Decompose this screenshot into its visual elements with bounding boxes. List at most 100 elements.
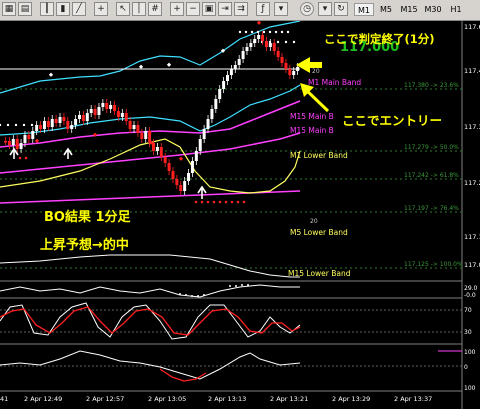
result-title: BO結果 1分足 xyxy=(44,209,132,225)
time-axis-label: 2 Apr 13:05 xyxy=(148,395,186,403)
price-axis-label: 117.0 xyxy=(464,261,480,269)
autoscroll-icon[interactable]: ⇉ xyxy=(234,2,248,16)
osc1-axis-top: 70 xyxy=(464,307,472,314)
new-chart-icon[interactable]: ▦ xyxy=(2,2,16,16)
crosshair-icon[interactable]: + xyxy=(94,2,108,16)
bull-candle xyxy=(268,43,272,47)
bear-candle xyxy=(124,113,128,121)
bear-candle xyxy=(175,179,179,185)
bear-candle xyxy=(136,125,140,133)
fib-label-1000: 117.125 -> 100.0% xyxy=(404,261,463,268)
bull-candle xyxy=(214,99,218,109)
bear-candle xyxy=(113,105,117,111)
chart-shift-icon[interactable]: ⇥ xyxy=(218,2,232,16)
osc3-axis-bottom: -0.0 xyxy=(464,292,476,299)
cursor-icon[interactable]: ↖ xyxy=(116,2,130,16)
bear-candle xyxy=(288,69,292,75)
timeframe-m15[interactable]: M15 xyxy=(398,3,420,16)
profiles-icon[interactable]: ▤ xyxy=(18,2,32,16)
bear-candle xyxy=(7,141,11,145)
bear-candle xyxy=(54,119,58,123)
judgement-annotation: ここで判定終了(1分) xyxy=(324,32,435,46)
timeframe-m5[interactable]: M5 xyxy=(376,3,396,16)
osc1-axis-bottom: 30 xyxy=(464,329,472,336)
bull-candle xyxy=(187,173,191,181)
timeframe-m1[interactable]: M1 xyxy=(354,3,374,16)
bull-candle xyxy=(229,69,233,75)
refresh-icon[interactable]: ↻ xyxy=(334,2,348,16)
grid-icon[interactable]: # xyxy=(148,2,162,16)
bull-candle xyxy=(31,131,35,139)
osc2-axis-top: 100 xyxy=(464,349,476,356)
fib-label-618: 117.242 -> 61.8% xyxy=(404,172,459,179)
bear-candle xyxy=(62,117,66,121)
m5-lower-band-label: M5 Lower Band xyxy=(290,228,348,237)
trading-platform-window: ▦ ▤ ┃ ▮ ╱ + ↖ │ # + − ▣ ⇥ ⇉ ƒ ▾ ◷ ▾ ↻ M1… xyxy=(0,0,480,409)
templates-icon[interactable]: ▾ xyxy=(274,2,288,16)
time-axis-label: 2 Apr 12:57 xyxy=(86,395,124,403)
bull-candle xyxy=(23,135,27,143)
bull-candle xyxy=(292,71,296,75)
line-chart-icon[interactable]: ╱ xyxy=(72,2,86,16)
price-chart[interactable]: 117.380 -> 23.6% 117.279 -> 50.0% 117.24… xyxy=(0,21,480,409)
bear-candle xyxy=(105,103,109,109)
bull-candle xyxy=(89,109,93,113)
tile-windows-icon[interactable]: ▣ xyxy=(202,2,216,16)
bull-candle xyxy=(249,43,253,47)
bear-candle xyxy=(66,121,70,129)
bear-candle xyxy=(171,171,175,179)
time-axis-label: 2 Apr 13:13 xyxy=(208,395,246,403)
bear-candle xyxy=(280,57,284,63)
price-axis-label: 117.2 xyxy=(464,179,480,187)
bull-candle xyxy=(74,119,78,125)
fib-label-764: 117.197 -> 76.4% xyxy=(404,205,459,212)
indicators-icon[interactable]: ƒ xyxy=(256,2,270,16)
candle-chart-icon[interactable]: ▮ xyxy=(56,2,70,16)
bear-candle xyxy=(264,41,268,47)
bull-candle xyxy=(218,89,222,99)
bull-candle xyxy=(120,113,124,117)
dropdown-chevron-icon[interactable]: ▾ xyxy=(318,2,332,16)
bear-candle xyxy=(116,111,120,117)
bull-candle xyxy=(190,161,194,173)
bull-candle xyxy=(253,39,257,43)
bull-candle xyxy=(226,75,229,81)
bull-candle xyxy=(206,119,210,129)
price-axis-label: 117.1 xyxy=(464,233,480,241)
bar-chart-icon[interactable]: ┃ xyxy=(40,2,54,16)
zoom-out-icon[interactable]: − xyxy=(186,2,200,16)
time-axis-label: 2 Apr 13:21 xyxy=(270,395,308,403)
bear-candle xyxy=(179,185,183,191)
period-separator-icon[interactable]: │ xyxy=(132,2,146,16)
bull-candle xyxy=(233,65,237,69)
bull-candle xyxy=(144,131,148,139)
bull-candle xyxy=(296,67,300,71)
bull-candle xyxy=(237,59,241,65)
bear-candle xyxy=(272,43,276,51)
bull-candle xyxy=(50,119,54,127)
price-axis-label: 117.4 xyxy=(464,67,480,75)
bear-candle xyxy=(46,121,50,127)
fib-label-500: 117.279 -> 50.0% xyxy=(404,144,459,151)
bear-candle xyxy=(15,139,19,149)
bull-candle xyxy=(210,109,214,119)
bear-candle xyxy=(261,35,265,41)
timeframe-m30[interactable]: M30 xyxy=(422,3,444,16)
bull-candle xyxy=(155,147,159,151)
time-axis-label: 2 Apr 13:29 xyxy=(332,395,370,403)
zoom-in-icon[interactable]: + xyxy=(170,2,184,16)
entry-annotation: ここでエントリー xyxy=(342,113,442,128)
time-axis-label: 2 Apr 13:37 xyxy=(394,395,432,403)
bull-candle xyxy=(241,51,245,59)
bear-candle xyxy=(81,115,85,121)
timeframe-h1[interactable]: H1 xyxy=(446,3,466,16)
bear-candle xyxy=(163,157,167,163)
m1-main-band-label: M1 Main Band xyxy=(308,78,361,87)
bull-candle xyxy=(85,113,89,121)
bull-candle xyxy=(132,125,136,129)
price-axis-label: 117.6 xyxy=(464,23,480,31)
bull-candle xyxy=(35,125,39,131)
m1-level-label: 20 xyxy=(312,68,320,75)
periodicity-icon[interactable]: ◷ xyxy=(300,2,314,16)
m15-main-band-label-1: M15 Main B xyxy=(290,112,334,121)
